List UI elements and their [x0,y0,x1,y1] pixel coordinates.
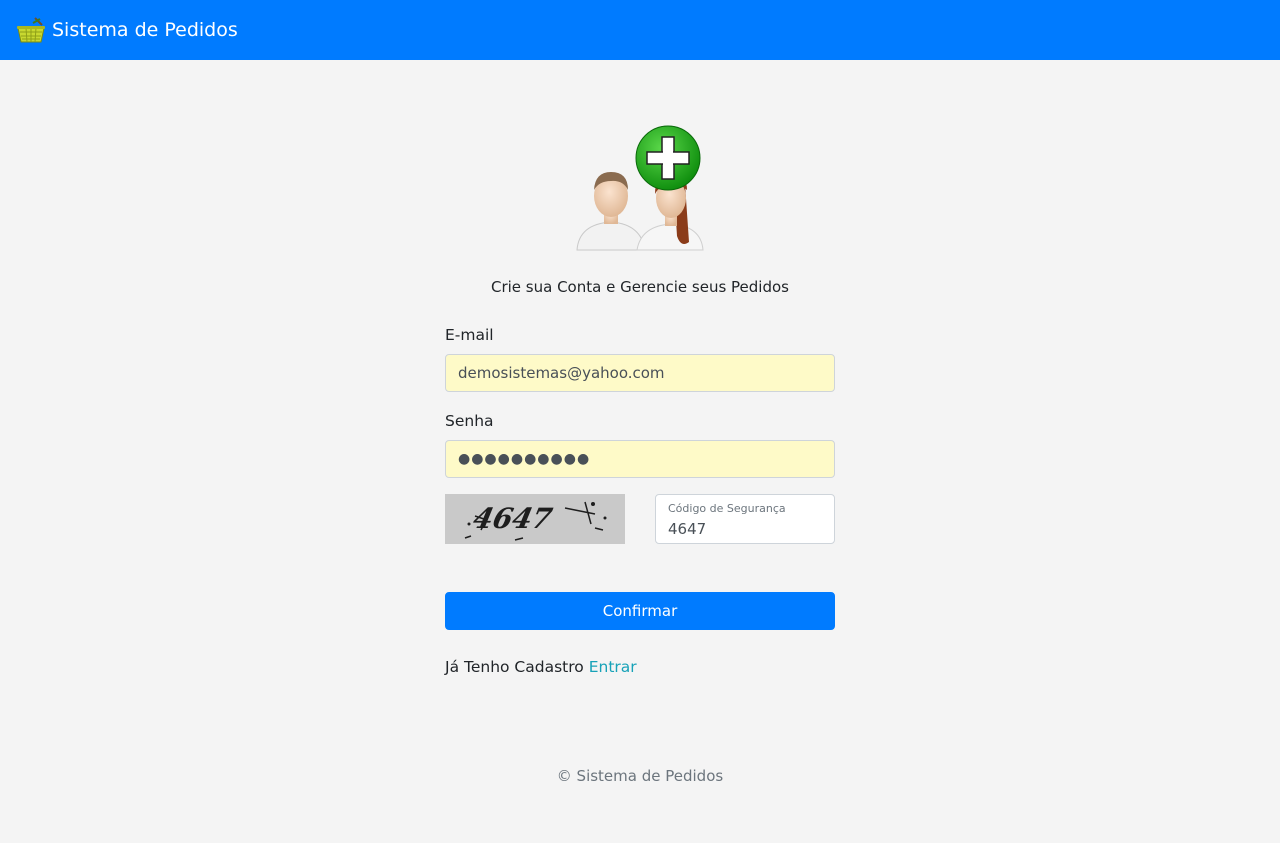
captcha-image: 4647 [445,494,625,544]
footer-copyright: © Sistema de Pedidos [556,767,724,785]
security-code-field[interactable]: Código de Segurança 4647 [655,494,835,544]
password-label: Senha [445,412,494,430]
password-value: ●●●●●●●●●● [458,451,591,467]
add-users-icon [575,124,705,252]
page-subtitle: Crie sua Conta e Gerencie seus Pedidos [491,278,789,296]
top-navbar: Sistema de Pedidos [0,0,1280,60]
login-prompt: Já Tenho Cadastro [445,658,584,676]
password-field[interactable]: ●●●●●●●●●● [445,440,835,478]
brand-title: Sistema de Pedidos [52,19,238,41]
security-code-value: 4647 [668,520,707,538]
email-field[interactable]: demosistemas@yahoo.com [445,354,835,392]
brand-link[interactable]: Sistema de Pedidos [16,15,238,45]
basket-icon [16,15,46,45]
email-value: demosistemas@yahoo.com [458,364,665,382]
login-link[interactable]: Entrar [589,658,637,676]
security-code-label: Código de Segurança [668,502,786,515]
login-prompt-line: Já Tenho Cadastro Entrar [445,658,637,676]
confirm-button[interactable]: Confirmar [445,592,835,630]
email-label: E-mail [445,326,494,344]
